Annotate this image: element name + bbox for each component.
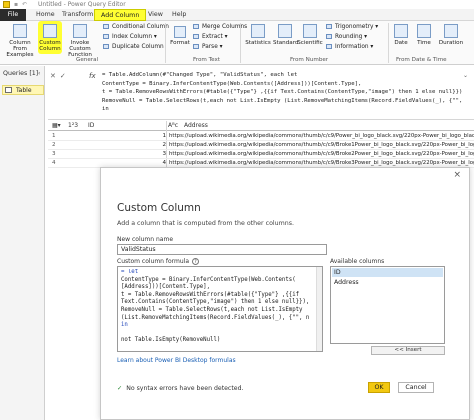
available-columns-label: Available columns <box>330 258 385 265</box>
table-row[interactable]: 2 2 https://upload.wikimedia.org/wikiped… <box>48 141 474 150</box>
scientific-button[interactable]: Scientific <box>297 24 323 46</box>
text-type-icon[interactable]: Aᴮc <box>168 122 178 129</box>
formula-label: Custom column formula <box>117 258 190 265</box>
formula-bar: ✕✓ fx = Table.AddColumn(#"Changed Type",… <box>48 66 474 120</box>
table-row[interactable]: 3 3 https://upload.wikimedia.org/wikiped… <box>48 150 474 159</box>
power-bi-icon <box>3 1 10 8</box>
cancel-button[interactable]: Cancel <box>398 382 434 393</box>
format-button[interactable]: Format <box>168 26 192 46</box>
format-icon <box>174 26 186 38</box>
tab-file[interactable]: File <box>0 9 26 21</box>
merge-columns-icon <box>193 24 199 29</box>
dialog-title: Custom Column <box>117 202 201 214</box>
information-button[interactable]: Information ▾ <box>326 44 373 50</box>
editor-scrollbar[interactable] <box>316 267 322 351</box>
window-title: Untitled - Power Query Editor <box>38 1 126 8</box>
custom-column-formula-editor[interactable]: = let ContentType = Binary.InferContentT… <box>117 266 323 352</box>
extract-icon <box>193 34 199 39</box>
new-column-name-label: New column name <box>117 236 174 243</box>
help-icon[interactable]: ? <box>192 258 199 265</box>
standard-icon <box>278 24 292 38</box>
parse-button[interactable]: Parse ▾ <box>193 44 223 50</box>
ribbon-divider <box>165 23 166 63</box>
checkmark-icon: ✓ <box>117 385 123 392</box>
fx-label: fx <box>89 72 96 80</box>
standard-button[interactable]: Standard <box>273 24 298 46</box>
custom-column-dialog: × Custom Column Add a column that is com… <box>100 167 470 420</box>
ribbon: Column From Examples Custom Column Invok… <box>0 21 474 65</box>
group-label-from-text: From Text <box>193 57 220 63</box>
table-row[interactable]: 1 1 https://upload.wikimedia.org/wikiped… <box>48 132 474 141</box>
number-type-icon[interactable]: 1²3 <box>68 122 78 129</box>
group-label-general: General <box>76 57 99 63</box>
tab-add-column[interactable]: Add Column <box>94 9 147 21</box>
queries-header: Queries [1] <box>3 70 39 77</box>
table-menu-icon[interactable]: ▦▾ <box>52 122 61 129</box>
ok-button[interactable]: OK <box>368 382 390 393</box>
save-icon[interactable]: ▪ <box>14 1 18 8</box>
clock-icon <box>417 24 431 38</box>
new-column-name-input[interactable]: ValidStatus <box>117 244 327 255</box>
group-label-from-date-time: From Date & Time <box>396 57 447 63</box>
extract-button[interactable]: Extract ▾ <box>193 34 228 40</box>
available-column-address[interactable]: Address <box>332 278 443 287</box>
ribbon-divider <box>388 23 389 63</box>
calendar-icon <box>394 24 408 38</box>
custom-column-icon <box>43 24 57 38</box>
rounding-button[interactable]: Rounding ▾ <box>326 34 367 40</box>
rounding-icon <box>326 34 332 39</box>
available-column-id[interactable]: ID <box>332 268 443 277</box>
date-button[interactable]: Date <box>390 24 412 46</box>
close-icon[interactable]: × <box>453 170 461 180</box>
grid-header: ▦▾ 1²3 ID Aᴮc Address <box>48 121 474 131</box>
information-icon <box>326 44 332 49</box>
invoke-custom-function-button[interactable]: Invoke Custom Function <box>62 24 98 58</box>
conditional-column-icon <box>103 24 109 29</box>
formula-controls[interactable]: ✕✓ <box>50 72 70 80</box>
table-icon <box>5 87 12 93</box>
column-from-examples-icon <box>13 24 27 38</box>
formula-text[interactable]: = Table.AddColumn(#"Changed Type", "Vali… <box>102 71 462 114</box>
expand-formula-icon[interactable]: ⌄ <box>463 72 468 79</box>
insert-button[interactable]: << Insert <box>371 346 445 355</box>
dialog-subtitle: Add a column that is computed from the o… <box>117 220 295 227</box>
custom-column-button[interactable]: Custom Column <box>39 24 61 52</box>
trigonometry-icon <box>326 24 332 29</box>
syntax-status: ✓ No syntax errors have been detected. <box>117 385 244 392</box>
group-label-from-number: From Number <box>290 57 329 63</box>
index-column-button[interactable]: Index Column ▾ <box>103 34 157 40</box>
statistics-icon <box>251 24 265 38</box>
formula-code: = let ContentType = Binary.InferContentT… <box>121 269 310 344</box>
parse-icon <box>193 44 199 49</box>
data-grid: ▦▾ 1²3 ID Aᴮc Address 1 1 https://upload… <box>48 121 474 168</box>
invoke-function-icon <box>73 24 87 38</box>
trigonometry-button[interactable]: Trigonometry ▾ <box>326 24 378 30</box>
duration-button[interactable]: Duration <box>436 24 466 46</box>
ribbon-tabs: File Home Transform Add Column View Help <box>0 9 474 21</box>
tab-help[interactable]: Help <box>166 9 192 21</box>
learn-formulas-link[interactable]: Learn about Power BI Desktop formulas <box>117 357 236 364</box>
collapse-arrow-icon[interactable]: ‹ <box>38 70 40 77</box>
scientific-icon <box>303 24 317 38</box>
undo-icon[interactable]: ↶ <box>22 1 27 8</box>
column-from-examples-button[interactable]: Column From Examples <box>2 24 38 58</box>
queries-pane: Queries [1] ‹ Table <box>0 66 45 420</box>
title-bar: ▪ ↶ Untitled - Power Query Editor <box>0 0 474 9</box>
index-column-icon <box>103 34 109 39</box>
tab-view[interactable]: View <box>142 9 169 21</box>
ribbon-divider <box>240 23 241 63</box>
duplicate-column-icon <box>103 44 109 49</box>
duplicate-column-button[interactable]: Duplicate Column <box>103 44 164 50</box>
query-item-table[interactable]: Table <box>2 85 44 95</box>
conditional-column-button[interactable]: Conditional Column <box>103 24 169 30</box>
duration-icon <box>444 24 458 38</box>
statistics-button[interactable]: Statistics <box>243 24 273 46</box>
column-header-address[interactable]: Address <box>184 122 208 129</box>
available-columns-list: ID Address <box>330 266 445 344</box>
tab-transform[interactable]: Transform <box>56 9 99 21</box>
time-button[interactable]: Time <box>413 24 435 46</box>
column-header-id[interactable]: ID <box>88 122 94 129</box>
